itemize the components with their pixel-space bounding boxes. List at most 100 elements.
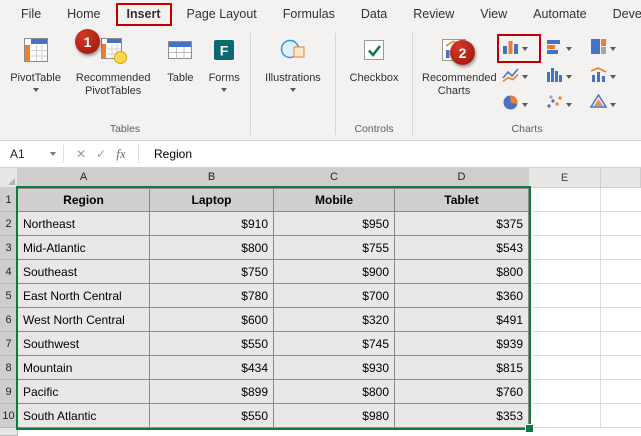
- column-header-B[interactable]: B: [150, 168, 274, 188]
- row-header-2[interactable]: 2: [0, 212, 18, 236]
- enter-button[interactable]: ✓: [91, 147, 111, 161]
- insert-surface-chart-button[interactable]: [587, 92, 627, 117]
- cell-C4[interactable]: $900: [274, 260, 395, 284]
- tab-view[interactable]: View: [467, 0, 520, 28]
- pivottable-button[interactable]: PivotTable: [7, 33, 64, 94]
- cell-A6[interactable]: West North Central: [18, 308, 150, 332]
- cell-C7[interactable]: $745: [274, 332, 395, 356]
- cell-E4[interactable]: [529, 260, 601, 284]
- cell-D1[interactable]: Tablet: [395, 188, 529, 212]
- column-header-A[interactable]: A: [18, 168, 150, 188]
- cell-A10[interactable]: South Atlantic: [18, 404, 150, 428]
- cell-E6[interactable]: [529, 308, 601, 332]
- cell-C1[interactable]: Mobile: [274, 188, 395, 212]
- fill-handle[interactable]: [525, 424, 534, 433]
- cell-B1[interactable]: Laptop: [150, 188, 274, 212]
- tab-page-layout[interactable]: Page Layout: [174, 0, 270, 28]
- cell-B2[interactable]: $910: [150, 212, 274, 236]
- formula-input[interactable]: Region: [154, 147, 192, 161]
- cell-B3[interactable]: $800: [150, 236, 274, 260]
- cell-D4[interactable]: $800: [395, 260, 529, 284]
- select-all-button[interactable]: [0, 168, 18, 188]
- tab-insert[interactable]: Insert: [116, 3, 172, 26]
- tab-automate[interactable]: Automate: [520, 0, 600, 28]
- tab-developer[interactable]: Developer: [600, 0, 641, 28]
- illustrations-button[interactable]: Illustrations: [262, 33, 324, 94]
- table-button[interactable]: Table: [162, 33, 198, 87]
- cell-E8[interactable]: [529, 356, 601, 380]
- cell-B8[interactable]: $434: [150, 356, 274, 380]
- cell-D10[interactable]: $353: [395, 404, 529, 428]
- cell-A7[interactable]: Southwest: [18, 332, 150, 356]
- cell-C8[interactable]: $930: [274, 356, 395, 380]
- insert-bar-chart-button[interactable]: [543, 36, 583, 61]
- cell-A8[interactable]: Mountain: [18, 356, 150, 380]
- cell-E10[interactable]: [529, 404, 601, 428]
- cell-C10[interactable]: $980: [274, 404, 395, 428]
- cell-E1[interactable]: [529, 188, 601, 212]
- cell-C5[interactable]: $700: [274, 284, 395, 308]
- insert-scatter-chart-button[interactable]: [543, 92, 583, 117]
- forms-button[interactable]: F Forms: [206, 33, 243, 94]
- cell-D8[interactable]: $815: [395, 356, 529, 380]
- insert-function-button[interactable]: fx: [111, 146, 131, 162]
- cell-E5[interactable]: [529, 284, 601, 308]
- cell-B4[interactable]: $750: [150, 260, 274, 284]
- row-header-3[interactable]: 3: [0, 236, 18, 260]
- row-header-1[interactable]: 1: [0, 188, 18, 212]
- tab-home[interactable]: Home: [54, 0, 113, 28]
- insert-statistic-chart-button[interactable]: [543, 64, 583, 89]
- cell-D3[interactable]: $543: [395, 236, 529, 260]
- column-header-D[interactable]: D: [395, 168, 529, 188]
- insert-line-chart-button[interactable]: [499, 64, 539, 89]
- cell-E2[interactable]: [529, 212, 601, 236]
- cell-E9[interactable]: [529, 380, 601, 404]
- tab-file[interactable]: File: [8, 0, 54, 28]
- cell-B7[interactable]: $550: [150, 332, 274, 356]
- cell-D5[interactable]: $360: [395, 284, 529, 308]
- insert-hierarchy-chart-button[interactable]: [587, 36, 627, 61]
- cell-B5[interactable]: $780: [150, 284, 274, 308]
- chevron-down-icon: [522, 47, 528, 51]
- cell-D2[interactable]: $375: [395, 212, 529, 236]
- cell-E7[interactable]: [529, 332, 601, 356]
- cancel-button[interactable]: ✕: [71, 147, 91, 161]
- cell-A3[interactable]: Mid-Atlantic: [18, 236, 150, 260]
- row-header-4[interactable]: 4: [0, 260, 18, 284]
- row-header-5[interactable]: 5: [0, 284, 18, 308]
- chevron-down-icon: [610, 103, 616, 107]
- column-header-E[interactable]: E: [529, 168, 601, 188]
- insert-combo-chart-button[interactable]: [587, 64, 627, 89]
- cell-D6[interactable]: $491: [395, 308, 529, 332]
- cell-B10[interactable]: $550: [150, 404, 274, 428]
- insert-pie-chart-button[interactable]: [499, 92, 539, 117]
- tab-formulas[interactable]: Formulas: [270, 0, 348, 28]
- insert-column-chart-button[interactable]: [499, 36, 539, 61]
- cell-A4[interactable]: Southeast: [18, 260, 150, 284]
- row-header-7[interactable]: 7: [0, 332, 18, 356]
- cell-B9[interactable]: $899: [150, 380, 274, 404]
- checkbox-button[interactable]: Checkbox: [347, 33, 402, 87]
- cell-A5[interactable]: East North Central: [18, 284, 150, 308]
- row-header-10[interactable]: 10: [0, 404, 18, 428]
- cell-A2[interactable]: Northeast: [18, 212, 150, 236]
- column-header-C[interactable]: C: [274, 168, 395, 188]
- cell-A9[interactable]: Pacific: [18, 380, 150, 404]
- tab-data[interactable]: Data: [348, 0, 400, 28]
- cell-B6[interactable]: $600: [150, 308, 274, 332]
- name-box[interactable]: A1: [0, 147, 56, 161]
- row-header-9[interactable]: 9: [0, 380, 18, 404]
- tab-review[interactable]: Review: [400, 0, 467, 28]
- cell-C3[interactable]: $755: [274, 236, 395, 260]
- cell-E3[interactable]: [529, 236, 601, 260]
- cell-C9[interactable]: $800: [274, 380, 395, 404]
- cell-A1[interactable]: Region: [18, 188, 150, 212]
- cell-C2[interactable]: $950: [274, 212, 395, 236]
- cell-D9[interactable]: $760: [395, 380, 529, 404]
- cell-C6[interactable]: $320: [274, 308, 395, 332]
- row-header-6[interactable]: 6: [0, 308, 18, 332]
- name-box-chevron-icon[interactable]: [50, 152, 56, 156]
- row-header-8[interactable]: 8: [0, 356, 18, 380]
- cell-D7[interactable]: $939: [395, 332, 529, 356]
- hierarchy-chart-icon: [590, 38, 607, 60]
